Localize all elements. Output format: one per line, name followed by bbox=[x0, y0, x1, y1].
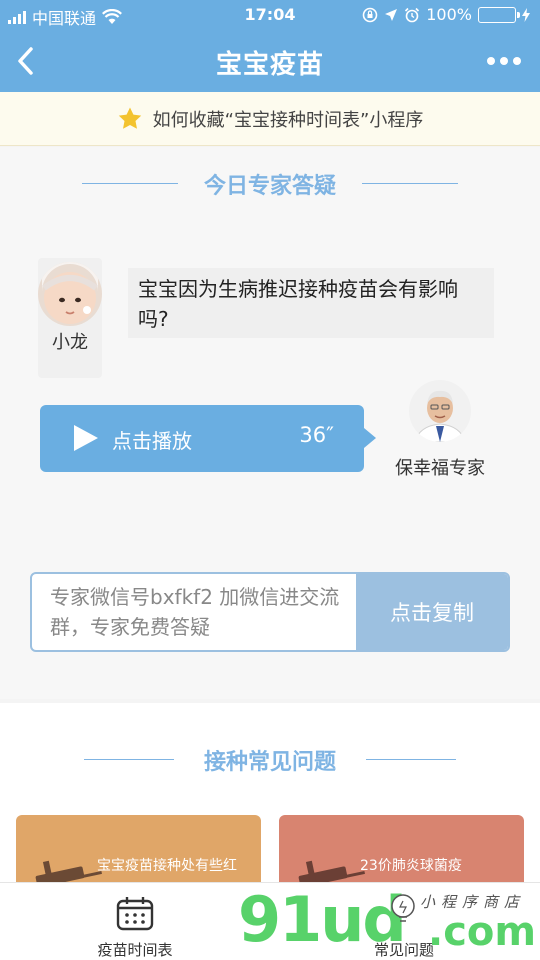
wechat-text: 专家微信号bxfkf2 加微信进交流群，专家免费答疑 bbox=[50, 585, 340, 639]
asker-avatar bbox=[38, 262, 102, 326]
question-text: 宝宝因为生病推迟接种疫苗会有影响吗? bbox=[128, 268, 494, 338]
expert-avatar bbox=[409, 380, 471, 442]
star-icon bbox=[118, 107, 141, 129]
watermark-script: 小程序商店 bbox=[420, 893, 526, 911]
calendar-icon bbox=[116, 897, 154, 931]
faq-title: 接种常见问题 bbox=[203, 750, 336, 775]
page-title: 宝宝疫苗 bbox=[215, 50, 324, 80]
more-button[interactable] bbox=[484, 48, 524, 74]
voice-duration: 36″ bbox=[299, 423, 334, 447]
watermark-suffix: .com bbox=[428, 909, 537, 955]
favorite-tip-banner[interactable]: 如何收藏“宝宝接种时间表”小程序 bbox=[0, 92, 540, 146]
asker-card: 小龙 bbox=[38, 258, 102, 378]
battery-icon bbox=[478, 6, 520, 23]
voice-label: 点击播放 bbox=[112, 429, 192, 453]
copy-button[interactable]: 点击复制 bbox=[356, 574, 508, 650]
nav-bar: 宝宝疫苗 bbox=[0, 30, 540, 92]
expert-qa-title: 今日专家答疑 bbox=[203, 174, 336, 199]
expert-name: 保幸福专家 bbox=[395, 458, 485, 479]
alarm-icon bbox=[405, 7, 420, 22]
status-bar: 中国联通 17:04 100% bbox=[0, 0, 540, 30]
faq-card-text: 23价肺炎球菌疫 bbox=[360, 858, 462, 874]
battery-percent: 100% bbox=[426, 5, 472, 24]
lightbulb-icon bbox=[391, 894, 415, 922]
more-dots-icon bbox=[487, 57, 495, 65]
play-icon bbox=[74, 425, 98, 451]
lock-rotation-icon bbox=[362, 7, 378, 22]
divider-right bbox=[362, 183, 458, 184]
faq-divider-right bbox=[366, 759, 456, 760]
wechat-copy-box: 专家微信号bxfkf2 加微信进交流群，专家免费答疑 点击复制 bbox=[30, 572, 510, 652]
faq-card-text: 宝宝疫苗接种处有些红 bbox=[97, 858, 237, 874]
tip-text: 如何收藏“宝宝接种时间表”小程序 bbox=[152, 109, 424, 131]
tab-vaccine-schedule[interactable]: 疫苗时间表 bbox=[45, 883, 225, 960]
location-icon bbox=[385, 8, 398, 21]
status-right: 100% bbox=[362, 5, 530, 24]
tab-label: 疫苗时间表 bbox=[97, 941, 173, 959]
voice-play-button[interactable]: 点击播放 36″ bbox=[40, 405, 376, 472]
asker-name: 小龙 bbox=[52, 332, 88, 353]
watermark-logo: 91ud .com 小程序商店 bbox=[238, 885, 538, 960]
charging-icon bbox=[522, 7, 530, 22]
watermark-main: 91ud bbox=[238, 883, 407, 956]
